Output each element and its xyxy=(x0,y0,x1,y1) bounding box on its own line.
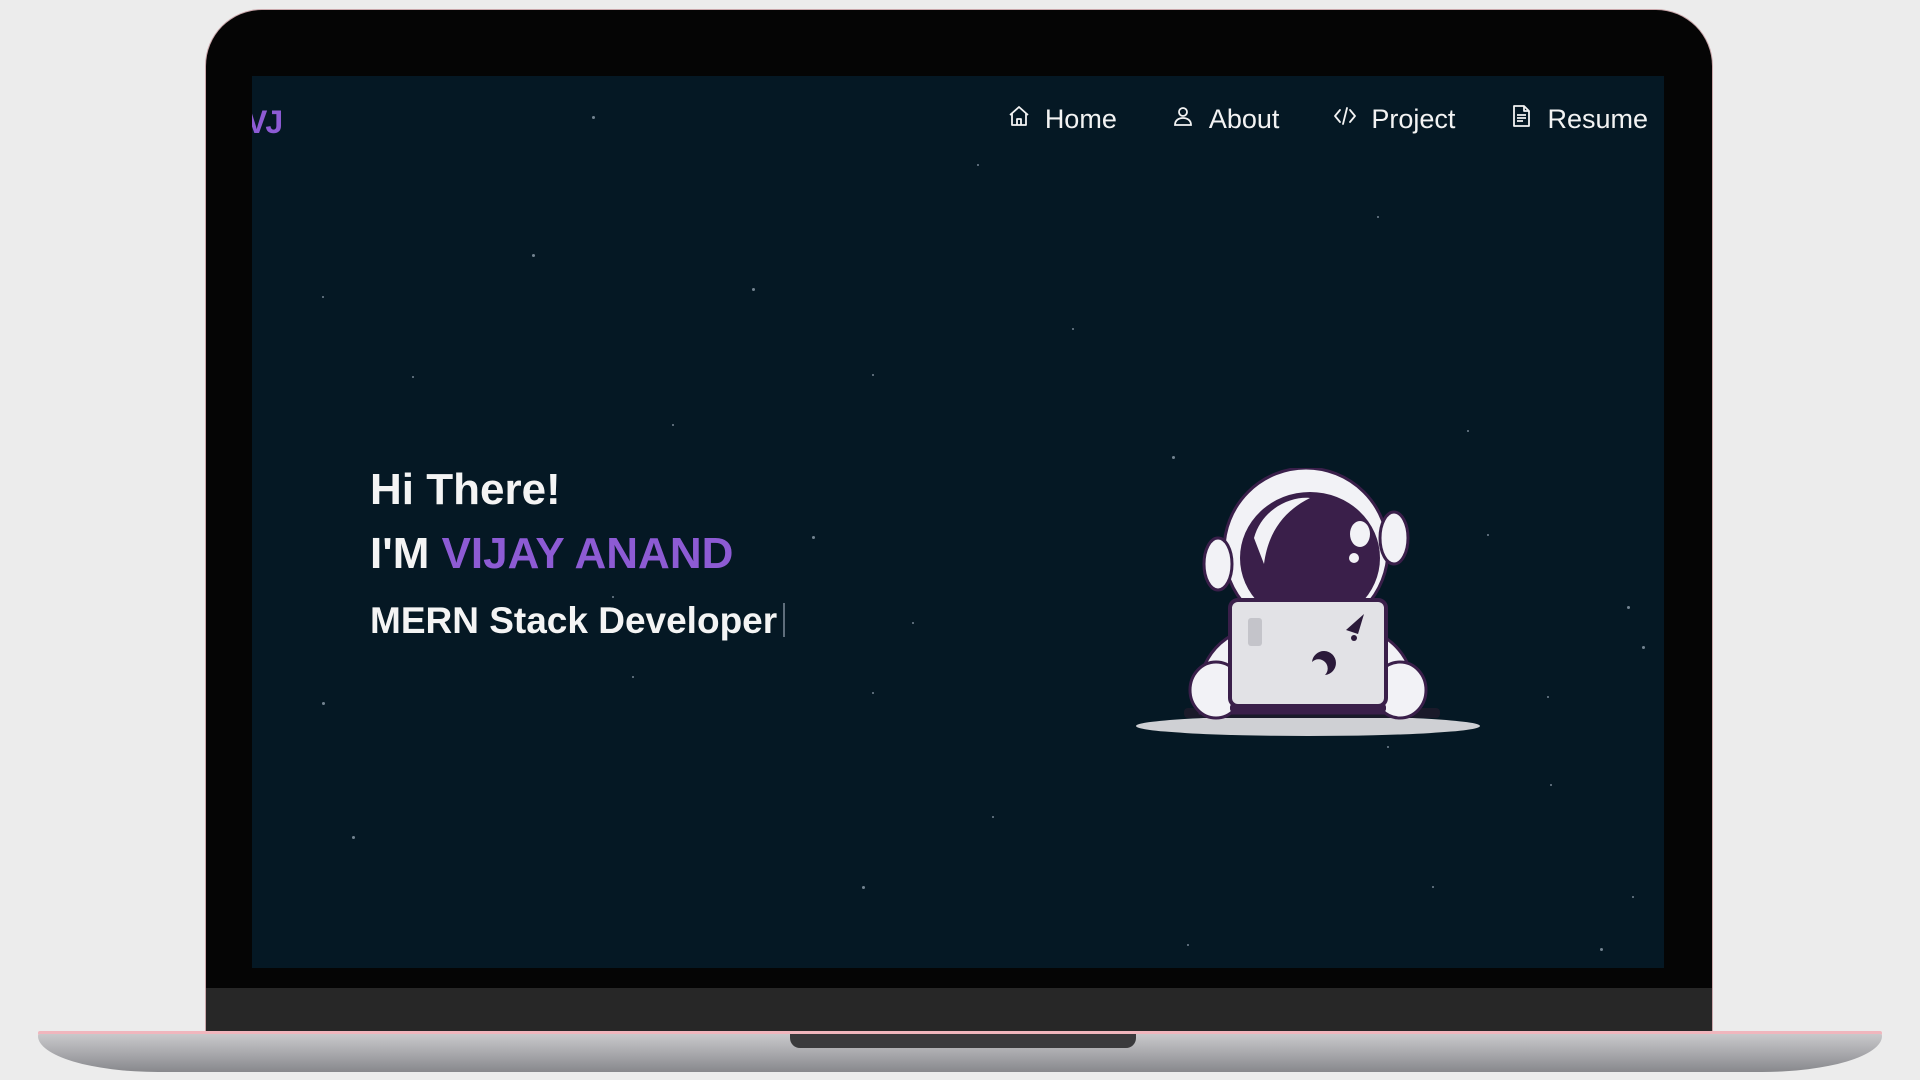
star-dot xyxy=(1600,948,1603,951)
star-dot xyxy=(1547,696,1549,698)
typewriter-text: MERN Stack Developer xyxy=(370,600,778,641)
star-dot xyxy=(322,296,324,298)
star-dot xyxy=(322,702,325,705)
nav-project-label: Project xyxy=(1371,104,1456,134)
site-logo[interactable]: VJ xyxy=(252,104,283,141)
website-viewport: VJ Home About Project Resume Hi There! I… xyxy=(252,76,1664,968)
hero-intro: I'M VIJAY ANAND xyxy=(370,522,785,586)
hero-section: Hi There! I'M VIJAY ANAND MERN Stack Dev… xyxy=(370,458,786,642)
document-icon xyxy=(1509,104,1533,135)
nav-about-label: About xyxy=(1208,104,1280,134)
user-icon xyxy=(1171,104,1195,135)
star-dot xyxy=(1550,784,1552,786)
nav-home-label: Home xyxy=(1044,104,1117,134)
star-dot xyxy=(1072,328,1074,330)
star-dot xyxy=(1627,606,1630,609)
laptop-notch xyxy=(790,1034,1136,1048)
star-dot xyxy=(992,816,994,818)
star-dot xyxy=(1432,886,1434,888)
typewriter-cursor xyxy=(783,603,786,637)
hero-intro-prefix: I'M xyxy=(370,529,430,578)
nav-home[interactable]: Home xyxy=(1007,104,1117,135)
star-dot xyxy=(412,376,414,378)
star-dot xyxy=(872,692,874,694)
hero-role: MERN Stack Developer xyxy=(370,600,786,642)
astronaut-laptop-illustration xyxy=(1132,466,1482,762)
star-dot xyxy=(862,886,865,889)
star-dot xyxy=(977,164,979,166)
star-dot xyxy=(1642,646,1645,649)
laptop-chin xyxy=(206,988,1712,1034)
nav-resume[interactable]: Resume xyxy=(1509,104,1648,135)
nav-about[interactable]: About xyxy=(1171,104,1280,135)
star-dot xyxy=(1487,534,1489,536)
star-dot xyxy=(872,374,874,376)
hero-name: VIJAY ANAND xyxy=(441,529,734,578)
home-icon xyxy=(1007,104,1031,135)
hero-greeting: Hi There! xyxy=(370,465,561,514)
main-navigation: Home About Project Resume xyxy=(953,104,1648,135)
nav-resume-label: Resume xyxy=(1547,104,1648,134)
star-dot xyxy=(1172,456,1175,459)
star-dot xyxy=(1377,216,1379,218)
star-dot xyxy=(532,254,535,257)
star-dot xyxy=(1632,896,1634,898)
star-dot xyxy=(1467,430,1469,432)
star-dot xyxy=(812,536,815,539)
nav-project[interactable]: Project xyxy=(1333,104,1455,135)
star-dot xyxy=(752,288,755,291)
star-dot xyxy=(1187,944,1189,946)
star-dot xyxy=(632,676,634,678)
star-dot xyxy=(672,424,674,426)
star-dot xyxy=(592,116,595,119)
star-dot xyxy=(352,836,355,839)
star-dot xyxy=(912,622,914,624)
code-icon xyxy=(1333,104,1357,135)
